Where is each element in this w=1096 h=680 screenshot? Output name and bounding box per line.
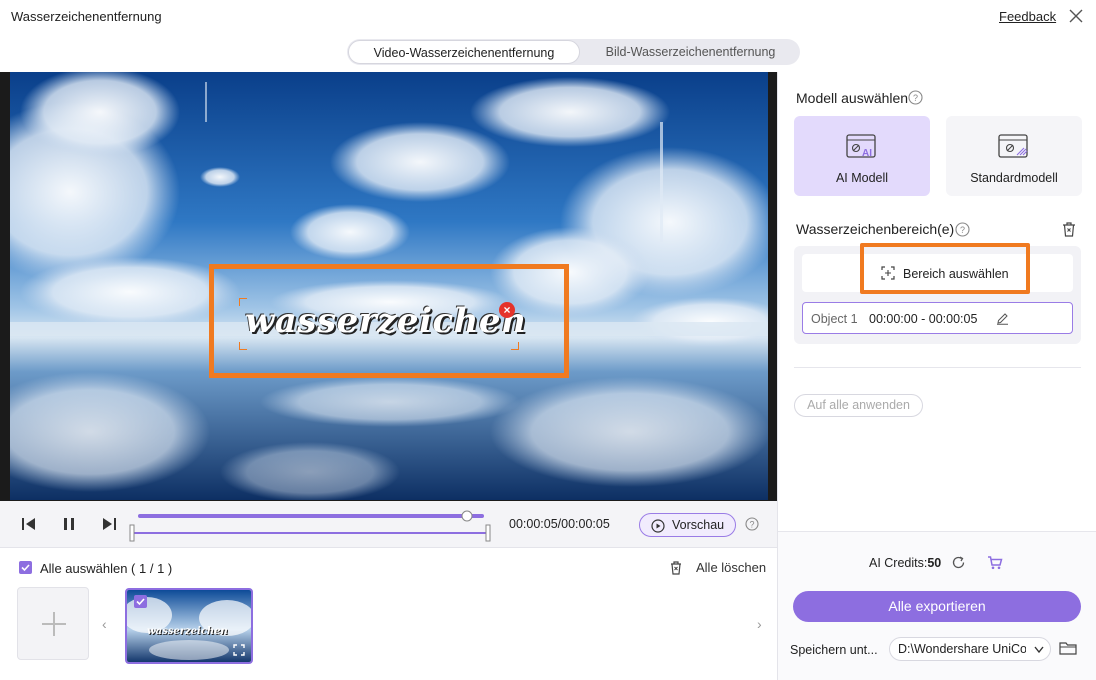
section-divider [794, 367, 1081, 368]
title-bar: Wasserzeichenentfernung Feedback Video-W… [0, 0, 1096, 72]
feedback-link[interactable]: Feedback [999, 9, 1056, 24]
select-all-checkbox[interactable] [19, 561, 32, 574]
pause-icon[interactable] [60, 515, 78, 533]
delete-all-button[interactable]: Alle löschen [696, 560, 766, 575]
export-all-button[interactable]: Alle exportieren [793, 591, 1081, 622]
edit-pencil-icon[interactable] [996, 312, 1009, 325]
next-frame-icon[interactable] [100, 515, 118, 533]
preview-label: Vorschau [672, 518, 725, 532]
fullscreen-icon[interactable] [233, 644, 245, 656]
tab-video-watermark[interactable]: Video-Wasserzeichenentfernung [348, 40, 580, 64]
watermark-text: wasserzeichen [245, 301, 527, 341]
apply-to-all-button[interactable]: Auf alle anwenden [794, 394, 923, 417]
ai-credits: AI Credits:50 [869, 556, 941, 570]
export-footer: AI Credits:50 Alle exportieren Speichern… [778, 531, 1096, 680]
ai-model-card[interactable]: AI AI Modell [794, 116, 930, 196]
thumbnail-checkbox[interactable] [134, 595, 147, 608]
plus-icon [42, 612, 66, 636]
select-all-label: Alle auswählen ( 1 / 1 ) [40, 561, 173, 576]
window-title: Wasserzeichenentfernung [11, 9, 162, 24]
save-path-value: D:\Wondershare UniCon [898, 642, 1026, 656]
file-list-panel: Alle auswählen ( 1 / 1 ) Alle löschen ‹ [0, 549, 777, 680]
model-help-icon[interactable]: ? [908, 90, 923, 105]
thumbnail-watermark-text: wasserzeichen [147, 626, 228, 637]
trash-icon[interactable] [668, 560, 684, 576]
clear-areas-trash-icon[interactable] [1061, 221, 1077, 238]
mode-tabs: Video-Wasserzeichenentfernung Bild-Wasse… [347, 39, 800, 65]
standard-model-label: Standardmodell [970, 171, 1058, 185]
previous-frame-icon[interactable] [20, 515, 38, 533]
resize-handle-tl[interactable] [239, 298, 247, 306]
video-preview-area: wasserzeichen × [0, 72, 777, 501]
resize-handle-bl[interactable] [239, 342, 247, 350]
credits-value: 50 [927, 556, 942, 570]
help-icon[interactable]: ? [745, 517, 759, 531]
object-row[interactable]: Object 1 00:00:00 - 00:00:05 [802, 302, 1073, 334]
model-section-title: Modell auswählen [796, 90, 909, 106]
chevron-down-icon [1034, 646, 1044, 654]
svg-text:?: ? [960, 225, 965, 235]
save-location-label: Speichern unt... [790, 643, 878, 657]
svg-text:?: ? [749, 520, 754, 530]
credits-label: AI Credits: [869, 556, 928, 570]
cart-icon[interactable] [987, 555, 1003, 570]
remove-selection-icon[interactable]: × [499, 302, 515, 318]
scroll-left-icon[interactable]: ‹ [102, 616, 107, 632]
playback-controls: 00:00:05/00:00:05 Vorschau ? [0, 501, 777, 548]
refresh-icon[interactable] [951, 555, 966, 570]
close-icon[interactable] [1066, 6, 1086, 26]
save-path-select[interactable]: D:\Wondershare UniCon [889, 637, 1051, 661]
scroll-right-icon[interactable]: › [757, 616, 762, 632]
timeline-slider[interactable] [128, 509, 494, 543]
ai-model-icon: AI [846, 134, 876, 159]
standard-model-icon [998, 134, 1028, 158]
svg-text:AI: AI [862, 148, 872, 159]
play-circle-icon [651, 519, 665, 533]
add-file-button[interactable] [17, 587, 89, 660]
area-section-title: Wasserzeichenbereich(e) [796, 221, 955, 237]
folder-icon[interactable] [1059, 640, 1077, 656]
svg-text:?: ? [913, 93, 918, 103]
tab-image-watermark[interactable]: Bild-Wasserzeichenentfernung [581, 39, 800, 65]
resize-handle-br[interactable] [511, 342, 519, 350]
settings-sidebar: Modell auswählen ? AI AI Modell Standard… [777, 72, 1096, 680]
preview-button[interactable]: Vorschau [639, 513, 736, 537]
object-time-range: 00:00:00 - 00:00:05 [869, 312, 978, 326]
area-help-icon[interactable]: ? [955, 222, 970, 237]
select-area-highlight [860, 243, 1030, 294]
ai-model-label: AI Modell [835, 171, 889, 185]
time-display: 00:00:05/00:00:05 [509, 517, 610, 531]
object-name: Object 1 [811, 312, 858, 326]
standard-model-card[interactable]: Standardmodell [946, 116, 1082, 196]
video-thumbnail[interactable]: wasserzeichen [125, 588, 253, 664]
